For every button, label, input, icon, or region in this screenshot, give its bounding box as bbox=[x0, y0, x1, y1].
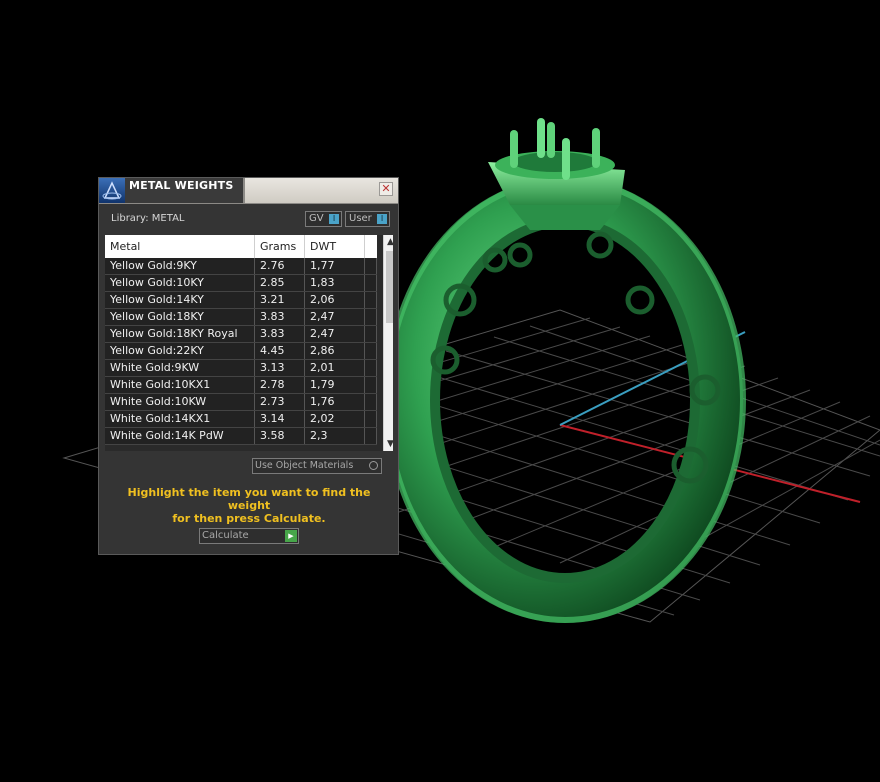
row-spacer bbox=[365, 292, 377, 308]
dwt-cell: 2,06 bbox=[305, 292, 365, 308]
scroll-thumb[interactable] bbox=[386, 251, 393, 323]
grams-cell: 2.73 bbox=[255, 394, 305, 410]
radio-icon[interactable] bbox=[369, 461, 378, 470]
dwt-cell: 2,01 bbox=[305, 360, 365, 376]
user-toggle[interactable]: User I bbox=[345, 211, 390, 227]
table-row[interactable]: White Gold:9KW 3.13 2,01 bbox=[105, 360, 377, 377]
toggle-knob-icon: I bbox=[377, 214, 387, 224]
row-spacer bbox=[365, 394, 377, 410]
gv-toggle[interactable]: GV I bbox=[305, 211, 342, 227]
gv-toggle-label: GV bbox=[309, 213, 324, 224]
row-spacer bbox=[365, 428, 377, 444]
column-header-grams[interactable]: Grams bbox=[255, 235, 305, 258]
metal-weights-panel: METAL WEIGHTS ✕ Library: METAL GV I User… bbox=[98, 177, 399, 555]
column-header-metal[interactable]: Metal bbox=[105, 235, 255, 258]
table-row[interactable]: White Gold:10KX1 2.78 1,79 bbox=[105, 377, 377, 394]
dwt-cell: 1,77 bbox=[305, 258, 365, 274]
toggle-knob-icon: I bbox=[329, 214, 339, 224]
play-icon: ▶ bbox=[285, 530, 297, 542]
row-spacer bbox=[365, 309, 377, 325]
library-label: Library: METAL bbox=[111, 213, 185, 224]
metal-cell: Yellow Gold:18KY Royal bbox=[105, 326, 255, 342]
grams-cell: 3.13 bbox=[255, 360, 305, 376]
grams-cell: 3.21 bbox=[255, 292, 305, 308]
dwt-cell: 2,47 bbox=[305, 326, 365, 342]
metal-cell: White Gold:10KW bbox=[105, 394, 255, 410]
instruction-line-1: Highlight the item you want to find the … bbox=[127, 486, 371, 512]
grams-cell: 2.78 bbox=[255, 377, 305, 393]
user-toggle-label: User bbox=[349, 213, 372, 224]
dwt-cell: 2,02 bbox=[305, 411, 365, 427]
calculate-label: Calculate bbox=[202, 530, 249, 541]
grams-cell: 3.14 bbox=[255, 411, 305, 427]
table-row[interactable]: Yellow Gold:9KY 2.76 1,77 bbox=[105, 258, 377, 275]
metal-cell: White Gold:9KW bbox=[105, 360, 255, 376]
table-row[interactable]: Yellow Gold:14KY 3.21 2,06 bbox=[105, 292, 377, 309]
use-object-materials-option[interactable]: Use Object Materials bbox=[252, 458, 382, 474]
table-body: Yellow Gold:9KY 2.76 1,77 Yellow Gold:10KY 2… bbox=[105, 258, 377, 445]
instruction-text: Highlight the item you want to find the … bbox=[109, 486, 389, 525]
metal-cell: Yellow Gold:14KY bbox=[105, 292, 255, 308]
ring-model bbox=[384, 118, 746, 623]
row-spacer bbox=[365, 343, 377, 359]
scroll-down-icon[interactable]: ▼ bbox=[384, 437, 393, 451]
dwt-cell: 1,79 bbox=[305, 377, 365, 393]
dwt-cell: 2,47 bbox=[305, 309, 365, 325]
grams-cell: 3.58 bbox=[255, 428, 305, 444]
metal-cell: Yellow Gold:9KY bbox=[105, 258, 255, 274]
row-spacer bbox=[365, 377, 377, 393]
grams-cell: 4.45 bbox=[255, 343, 305, 359]
panel-title: METAL WEIGHTS bbox=[129, 179, 234, 192]
table-row[interactable]: Yellow Gold:10KY 2.85 1,83 bbox=[105, 275, 377, 292]
grams-cell: 3.83 bbox=[255, 326, 305, 342]
dwt-cell: 1,83 bbox=[305, 275, 365, 291]
dwt-cell: 2,86 bbox=[305, 343, 365, 359]
column-header-dwt[interactable]: DWT bbox=[305, 235, 365, 258]
calculate-button[interactable]: Calculate ▶ bbox=[199, 528, 299, 544]
grams-cell: 2.85 bbox=[255, 275, 305, 291]
row-spacer bbox=[365, 411, 377, 427]
table-row[interactable]: White Gold:10KW 2.73 1,76 bbox=[105, 394, 377, 411]
metal-cell: Yellow Gold:22KY bbox=[105, 343, 255, 359]
use-object-materials-label: Use Object Materials bbox=[255, 460, 354, 471]
panel-titlebar[interactable]: METAL WEIGHTS ✕ bbox=[99, 178, 398, 204]
row-spacer bbox=[365, 326, 377, 342]
app-logo-icon bbox=[99, 178, 125, 203]
row-spacer bbox=[365, 275, 377, 291]
table-row[interactable]: Yellow Gold:18KY 3.83 2,47 bbox=[105, 309, 377, 326]
close-icon[interactable]: ✕ bbox=[379, 182, 393, 196]
table-row[interactable]: White Gold:14KX1 3.14 2,02 bbox=[105, 411, 377, 428]
table-row[interactable]: Yellow Gold:22KY 4.45 2,86 bbox=[105, 343, 377, 360]
metal-cell: White Gold:10KX1 bbox=[105, 377, 255, 393]
row-spacer bbox=[365, 258, 377, 274]
table-scrollbar[interactable]: ▲ ▼ bbox=[383, 235, 393, 451]
table-row[interactable]: Yellow Gold:18KY Royal 3.83 2,47 bbox=[105, 326, 377, 343]
scroll-up-icon[interactable]: ▲ bbox=[384, 235, 393, 249]
instruction-line-2: for then press Calculate. bbox=[172, 512, 326, 525]
row-spacer bbox=[365, 360, 377, 376]
dwt-cell: 2,3 bbox=[305, 428, 365, 444]
grams-cell: 3.83 bbox=[255, 309, 305, 325]
grams-cell: 2.76 bbox=[255, 258, 305, 274]
dwt-cell: 1,76 bbox=[305, 394, 365, 410]
metal-cell: Yellow Gold:10KY bbox=[105, 275, 255, 291]
table-row[interactable]: White Gold:14K PdW 3.58 2,3 bbox=[105, 428, 377, 445]
metal-cell: White Gold:14K PdW bbox=[105, 428, 255, 444]
metal-cell: Yellow Gold:18KY bbox=[105, 309, 255, 325]
metal-table: Metal Grams DWT Yellow Gold:9KY 2.76 1,77 Y… bbox=[105, 235, 393, 451]
metal-cell: White Gold:14KX1 bbox=[105, 411, 255, 427]
table-header: Metal Grams DWT bbox=[105, 235, 377, 258]
